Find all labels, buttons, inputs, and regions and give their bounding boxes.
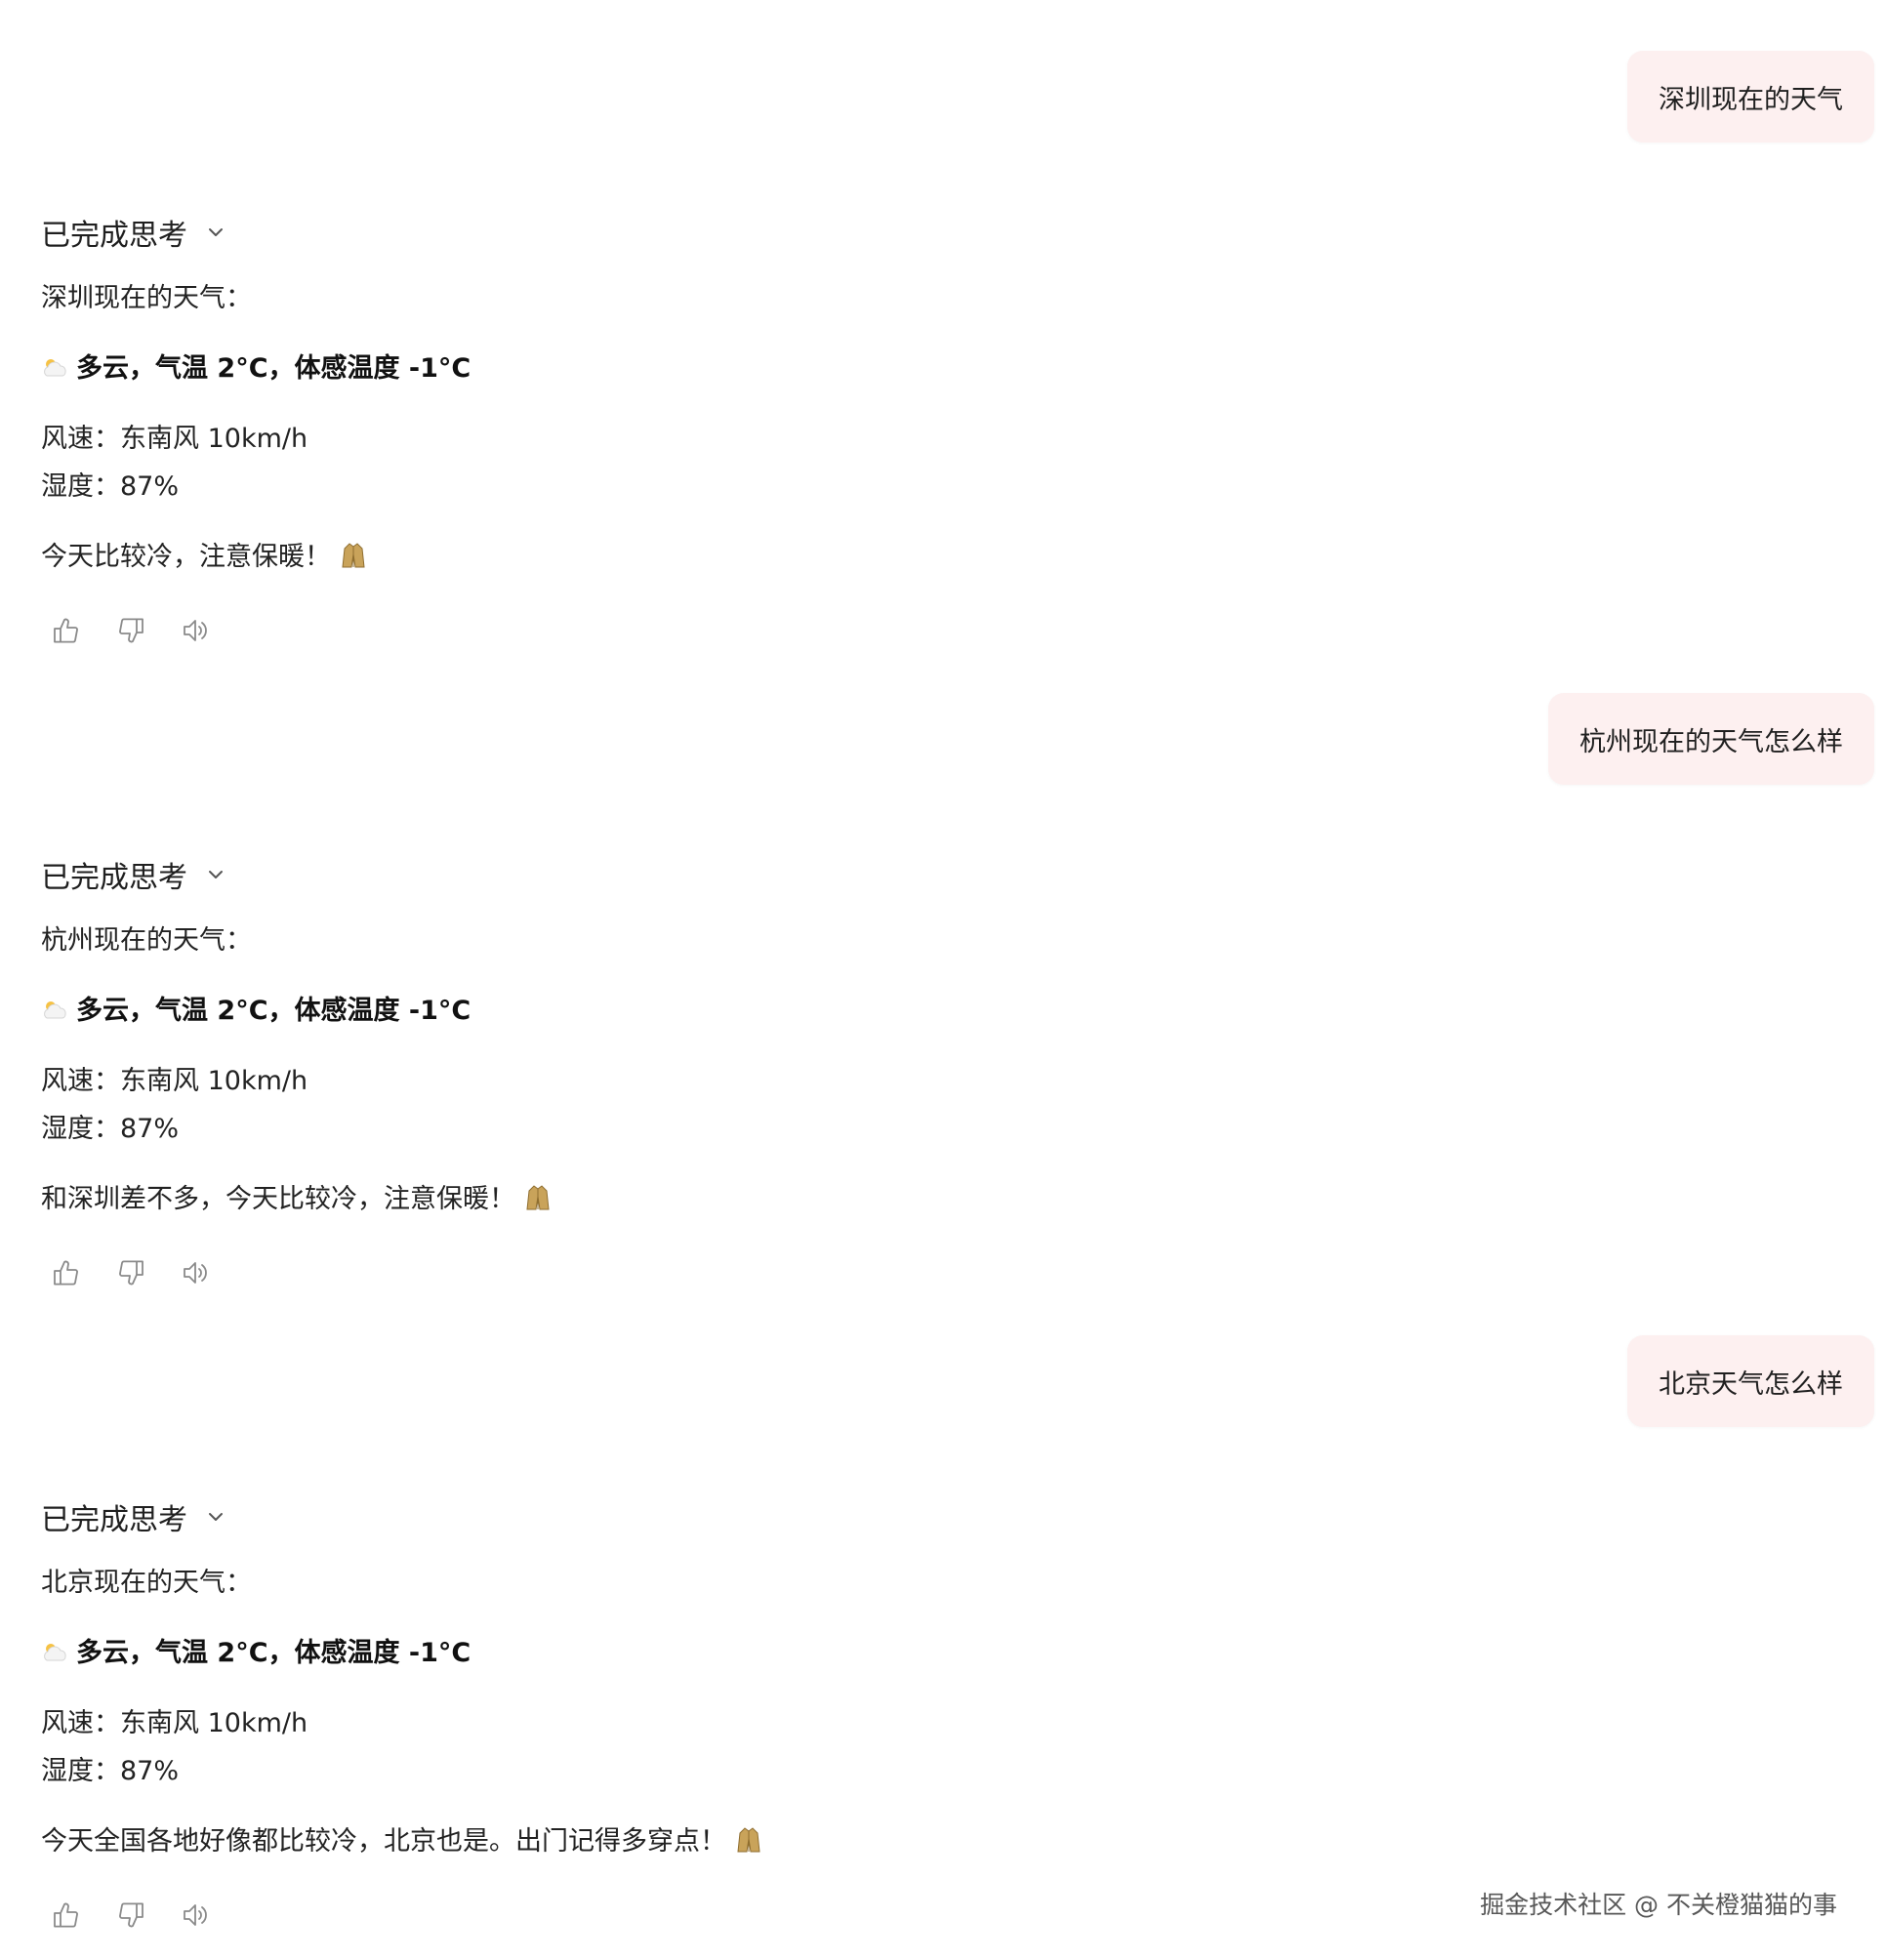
thinking-toggle[interactable]: 已完成思考	[41, 1497, 226, 1537]
wind-speed: 风速：东南风 10km/h	[41, 1066, 308, 1096]
thinking-toggle[interactable]: 已完成思考	[41, 213, 226, 253]
thumbs-down-icon	[119, 1902, 144, 1928]
read-aloud-button[interactable]	[180, 615, 211, 646]
weather-tip-text: 和深圳差不多，今天比较冷，注意保暖！	[41, 1184, 515, 1214]
feels-like-value: -1°C	[408, 996, 472, 1026]
message-actions	[51, 613, 211, 648]
wind-speed: 风速：东南风 10km/h	[41, 424, 308, 454]
temperature-value: 2°C	[217, 353, 268, 384]
weather-condition: 多云	[76, 353, 129, 384]
weather-tip-text: 今天比较冷，注意保暖！	[41, 542, 331, 572]
chat-thread: 深圳现在的天气 已完成思考 深圳现在的天气： 多云，气温 2°C，体感温度 -1…	[0, 0, 1886, 1960]
weather-tip: 今天全国各地好像都比较冷，北京也是。出门记得多穿点！	[41, 1822, 761, 1861]
feels-like-value: -1°C	[408, 353, 472, 384]
weather-heading: 杭州现在的天气：	[41, 925, 252, 956]
chevron-down-icon	[209, 871, 223, 878]
thinking-label: 已完成思考	[41, 861, 187, 895]
message-actions	[51, 1898, 211, 1933]
thumbs-up-icon	[54, 1902, 78, 1928]
thumbs-up-icon	[54, 1260, 78, 1286]
feels-like-value: -1°C	[408, 1638, 472, 1668]
read-aloud-button[interactable]	[180, 1899, 211, 1931]
weather-summary: 多云，气温 2°C，体感温度 -1°C	[41, 1634, 471, 1673]
humidity: 湿度：87%	[41, 1756, 180, 1786]
weather-heading: 北京现在的天气：	[41, 1568, 252, 1598]
partly-cloudy-icon	[44, 1643, 66, 1660]
wind-speed: 风速：东南风 10km/h	[41, 1708, 308, 1738]
like-button[interactable]	[51, 1899, 82, 1931]
weather-heading: 深圳现在的天气：	[41, 283, 252, 313]
temp-label: ，气温	[129, 996, 218, 1026]
thinking-label: 已完成思考	[41, 219, 187, 253]
dislike-button[interactable]	[115, 1257, 146, 1288]
weather-condition: 多云	[76, 1638, 129, 1668]
user-message-text: 北京天气怎么样	[1659, 1368, 1843, 1400]
thumbs-down-icon	[119, 1260, 144, 1286]
like-button[interactable]	[51, 1257, 82, 1288]
read-aloud-button[interactable]	[180, 1257, 211, 1288]
partly-cloudy-icon	[44, 1000, 66, 1018]
dislike-button[interactable]	[115, 1899, 146, 1931]
weather-condition: 多云	[76, 996, 129, 1026]
chevron-down-icon	[209, 1513, 223, 1521]
coat-icon	[526, 1184, 550, 1209]
weather-tip: 今天比较冷，注意保暖！	[41, 538, 366, 577]
humidity: 湿度：87%	[41, 471, 180, 502]
dislike-button[interactable]	[115, 615, 146, 646]
user-message: 杭州现在的天气怎么样	[1548, 693, 1874, 785]
feels-label: ，体感温度	[267, 1638, 409, 1668]
weather-tip-text: 今天全国各地好像都比较冷，北京也是。出门记得多穿点！	[41, 1826, 726, 1857]
humidity: 湿度：87%	[41, 1114, 180, 1144]
feels-label: ，体感温度	[267, 996, 409, 1026]
thinking-toggle[interactable]: 已完成思考	[41, 855, 226, 895]
chevron-down-icon	[209, 228, 223, 236]
weather-tip: 和深圳差不多，今天比较冷，注意保暖！	[41, 1180, 551, 1219]
watermark: 掘金技术社区 @ 不关橙猫猫的事	[1480, 1891, 1837, 1919]
user-message: 深圳现在的天气	[1627, 51, 1874, 143]
user-message-text: 杭州现在的天气怎么样	[1579, 726, 1843, 757]
thinking-label: 已完成思考	[41, 1503, 187, 1537]
speaker-icon	[184, 1904, 207, 1926]
temp-label: ，气温	[129, 1638, 218, 1668]
weather-summary: 多云，气温 2°C，体感温度 -1°C	[41, 992, 471, 1031]
temp-label: ，气温	[129, 353, 218, 384]
like-button[interactable]	[51, 615, 82, 646]
feels-label: ，体感温度	[267, 353, 409, 384]
user-message: 北京天气怎么样	[1627, 1335, 1874, 1427]
thumbs-down-icon	[119, 618, 144, 643]
thumbs-up-icon	[54, 618, 78, 643]
coat-icon	[737, 1826, 760, 1852]
weather-summary: 多云，气温 2°C，体感温度 -1°C	[41, 349, 471, 388]
speaker-icon	[184, 620, 207, 641]
partly-cloudy-icon	[44, 358, 66, 376]
temperature-value: 2°C	[217, 1638, 268, 1668]
temperature-value: 2°C	[217, 996, 268, 1026]
coat-icon	[342, 542, 365, 567]
user-message-text: 深圳现在的天气	[1659, 84, 1843, 115]
message-actions	[51, 1255, 211, 1290]
speaker-icon	[184, 1262, 207, 1284]
